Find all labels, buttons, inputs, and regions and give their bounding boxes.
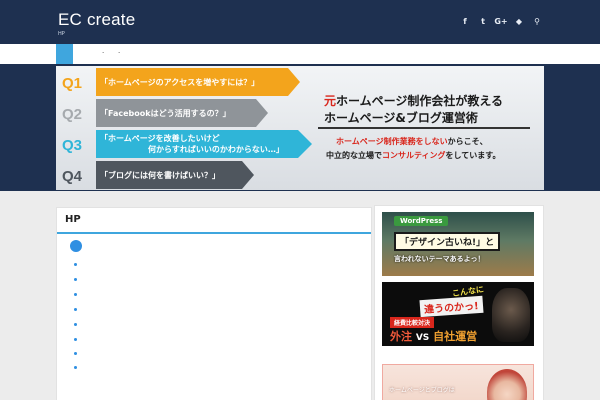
bullet-dot <box>74 293 77 296</box>
ad-headline: 違うのかっ! <box>419 295 484 318</box>
bullet-dot <box>74 308 77 311</box>
q4-text: 「ブログには何を書けばいい？」 <box>100 171 220 180</box>
social-links: f t G+ ◆ ⚲ <box>456 16 546 28</box>
banner-subline-1: ホームページ制作業務をしないからこそ、 <box>336 137 488 146</box>
ad-tag: 経費比較対決 <box>390 317 435 328</box>
search-icon[interactable]: ⚲ <box>528 16 546 28</box>
site-title[interactable]: EC create <box>58 10 135 30</box>
bullet-dot <box>74 263 77 266</box>
q2-label: Q2 <box>62 106 83 123</box>
banner-divider <box>318 127 530 129</box>
ad-headline: ホームページとブログは <box>389 387 455 394</box>
ad-headline: 「デザイン古いね!」と <box>394 232 501 251</box>
main-content: HP <box>56 207 372 400</box>
q2-text: 「Facebookはどう活用するの？」 <box>100 109 231 118</box>
q4-label: Q4 <box>62 168 83 185</box>
q1-label: Q1 <box>62 75 83 92</box>
facebook-icon[interactable]: f <box>456 16 474 28</box>
q3-label: Q3 <box>62 137 83 154</box>
q3-text-line2: 何からすればいいのかわからない…」 <box>148 145 284 154</box>
person-photo <box>487 369 527 400</box>
bullet-dot <box>74 366 77 369</box>
nav-item[interactable]: · <box>102 49 104 57</box>
nav-item[interactable]: · <box>118 49 120 57</box>
sidebar: WordPress 「デザイン古いね!」と 言われないテーマあるよっ！ こんなに… <box>374 205 544 400</box>
nav-home-item[interactable] <box>56 44 73 64</box>
bullet-dot-large <box>70 240 82 252</box>
banner-headline-2: ホームページ&ブログ運営術 <box>324 111 478 125</box>
sidebar-ad-wordpress-theme[interactable]: WordPress 「デザイン古いね!」と 言われないテーマあるよっ！ <box>382 212 534 276</box>
q3-text: 「ホームページを改善したいけど <box>100 134 220 143</box>
section-heading: HP <box>57 208 371 234</box>
bullet-dot <box>74 352 77 355</box>
sidebar-ad-cost-comparison[interactable]: こんなに 違うのかっ! 経費比較対決 外注 VS 自社運営 <box>382 282 534 346</box>
bullet-dot <box>74 338 77 341</box>
ad-versus-line: 外注 VS 自社運営 <box>390 330 478 343</box>
bullet-dot <box>74 323 77 326</box>
wordpress-badge: WordPress <box>394 216 449 226</box>
hero-banner[interactable]: Q1 Q2 Q3 Q4 「ホームページのアクセスを増やすには？」 「Facebo… <box>56 66 544 190</box>
ad-subline: 言われないテーマあるよっ！ <box>394 255 485 263</box>
feedly-icon[interactable]: ◆ <box>510 16 528 28</box>
global-nav <box>0 44 600 64</box>
q1-text: 「ホームページのアクセスを増やすには？」 <box>100 78 260 87</box>
sidebar-ad-blog[interactable]: ホームページとブログは <box>382 364 534 400</box>
bullet-dot <box>74 278 77 281</box>
person-photo <box>492 288 530 342</box>
banner-subline-2: 中立的な立場でコンサルティングをしています。 <box>326 151 501 160</box>
site-header: EC create HP f t G+ ◆ ⚲ <box>0 0 600 44</box>
google-plus-icon[interactable]: G+ <box>492 16 510 28</box>
twitter-icon[interactable]: t <box>474 16 492 28</box>
banner-headline-1: 元ホームページ制作会社が教える <box>324 94 504 108</box>
site-subtitle: HP <box>58 31 65 37</box>
